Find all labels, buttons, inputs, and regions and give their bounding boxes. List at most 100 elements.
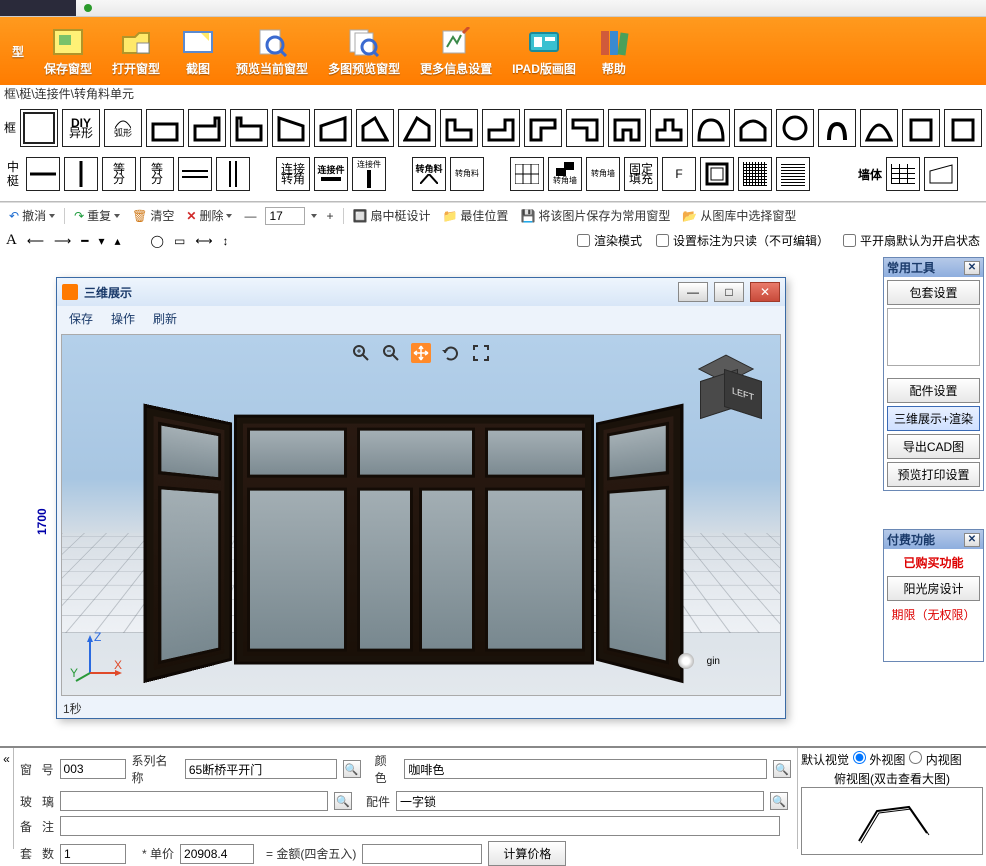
arrow-down-icon[interactable]: ▾	[98, 234, 104, 248]
best-position-button[interactable]: 📁最佳位置	[439, 206, 511, 225]
frame-diy[interactable]: DIY异形	[62, 109, 100, 147]
minus-button[interactable]: —	[241, 208, 259, 224]
connector-2[interactable]: 连接件	[352, 157, 386, 191]
series-search-icon[interactable]: 🔍	[343, 760, 361, 778]
plan-thumbnail[interactable]	[801, 787, 983, 855]
inner-view-radio[interactable]: 内视图	[909, 751, 961, 768]
clear-button[interactable]: 🗑清空	[129, 206, 177, 225]
canvas-area[interactable]: 1700 三维展示 — □ ✕ 保存 操作 刷新	[0, 253, 881, 783]
ribbon-screenshot[interactable]: 截图	[174, 24, 222, 79]
shape-11[interactable]	[566, 109, 604, 147]
corner-mat-2[interactable]: 转角料	[450, 157, 484, 191]
ribbon-more-settings[interactable]: 更多信息设置	[414, 24, 498, 79]
export-cad-button[interactable]: 导出CAD图	[887, 434, 980, 459]
shape-10[interactable]	[524, 109, 562, 147]
readonly-check[interactable]: 设置标注为只读（不可编辑）	[656, 232, 829, 249]
frame-rect[interactable]	[20, 109, 58, 147]
close-button[interactable]: ✕	[750, 282, 780, 302]
dim-h-tool[interactable]: ⟷	[195, 234, 212, 248]
panel-close-icon[interactable]: ✕	[964, 533, 980, 547]
title-tab-status[interactable]	[76, 0, 211, 16]
shape-arch1[interactable]	[692, 109, 730, 147]
fill-frame[interactable]	[700, 157, 734, 191]
shape-circle[interactable]	[776, 109, 814, 147]
shape-13[interactable]	[650, 109, 688, 147]
render-mode-check[interactable]: 渲染模式	[577, 232, 642, 249]
rect-tool[interactable]: ▭	[174, 234, 185, 248]
shape-5[interactable]	[314, 109, 352, 147]
total-input[interactable]	[362, 844, 482, 864]
qty-input[interactable]	[60, 844, 126, 864]
pan-icon[interactable]	[411, 343, 431, 363]
shape-arch2[interactable]	[734, 109, 772, 147]
shape-9[interactable]	[482, 109, 520, 147]
ribbon-help[interactable]: 帮助	[590, 24, 638, 79]
wall-persp[interactable]	[924, 157, 958, 191]
win-no-input[interactable]	[60, 759, 126, 779]
menu-save[interactable]: 保存	[69, 310, 93, 327]
shape-1[interactable]	[146, 109, 184, 147]
outer-view-radio[interactable]: 外视图	[853, 751, 905, 768]
connect-corner[interactable]: 连接转角	[276, 157, 310, 191]
shape-more1[interactable]	[902, 109, 940, 147]
arrow-up-icon[interactable]: ▴	[115, 234, 121, 248]
ribbon-preview-current[interactable]: 预览当前窗型	[230, 24, 314, 79]
wall-brick[interactable]	[886, 157, 920, 191]
line-tool[interactable]: ━	[81, 234, 88, 248]
count-input[interactable]	[265, 207, 305, 225]
choose-from-library-button[interactable]: 📂从图库中选择窗型	[679, 206, 799, 225]
save-as-common-button[interactable]: 💾将该图片保存为常用窗型	[517, 206, 673, 225]
corner-wall-2[interactable]: 转角墙	[586, 157, 620, 191]
shape-8[interactable]	[440, 109, 478, 147]
shape-more2[interactable]	[944, 109, 982, 147]
zoom-in-icon[interactable]	[351, 343, 371, 363]
connector-1[interactable]: 连接件	[314, 157, 348, 191]
shape-2[interactable]	[188, 109, 226, 147]
ribbon-save-window[interactable]: 保存窗型	[38, 24, 98, 79]
viewport-3d[interactable]: LEFT	[61, 334, 781, 696]
fullscreen-icon[interactable]	[471, 343, 491, 363]
ribbon-open-window[interactable]: 打开窗型	[106, 24, 166, 79]
shape-12[interactable]	[608, 109, 646, 147]
color-search-icon[interactable]: 🔍	[773, 760, 791, 778]
mullion-eq1[interactable]: 等分	[102, 157, 136, 191]
circle-tool[interactable]: ◯	[151, 234, 164, 248]
menu-refresh[interactable]: 刷新	[153, 310, 177, 327]
sunroom-design-button[interactable]: 阳光房设计	[887, 576, 980, 601]
dialog-titlebar[interactable]: 三维展示 — □ ✕	[57, 278, 785, 306]
mullion-eq2[interactable]: 等分	[140, 157, 174, 191]
ribbon-ipad[interactable]: IPAD版画图	[506, 24, 582, 79]
shape-arch3[interactable]	[818, 109, 856, 147]
glass-input[interactable]	[60, 791, 328, 811]
glass-search-icon[interactable]: 🔍	[334, 792, 352, 810]
shape-4[interactable]	[272, 109, 310, 147]
title-tab-dark[interactable]	[0, 0, 76, 16]
unit-input[interactable]	[180, 844, 254, 864]
minimize-button[interactable]: —	[678, 282, 708, 302]
mullion-dbl-v[interactable]	[216, 157, 250, 191]
fixed-fill[interactable]: 固定填充	[624, 157, 658, 191]
color-input[interactable]	[404, 759, 767, 779]
fill-mesh[interactable]	[738, 157, 772, 191]
shape-3[interactable]	[230, 109, 268, 147]
print-preview-button[interactable]: 预览打印设置	[887, 462, 980, 487]
ribbon-type-left[interactable]: 型	[6, 41, 30, 62]
count-dropdown[interactable]	[311, 214, 317, 218]
frame-arc[interactable]: 弧形	[104, 109, 142, 147]
shape-6[interactable]	[356, 109, 394, 147]
text-tool[interactable]: A	[6, 232, 17, 249]
grid-icon[interactable]	[510, 157, 544, 191]
plus-button[interactable]: +	[323, 208, 336, 224]
series-input[interactable]	[185, 759, 337, 779]
shape-7[interactable]	[398, 109, 436, 147]
parts-settings-button[interactable]: 配件设置	[887, 378, 980, 403]
fill-lines[interactable]	[776, 157, 810, 191]
note-input[interactable]	[60, 816, 780, 836]
ribbon-multi-preview[interactable]: 多图预览窗型	[322, 24, 406, 79]
redo-button[interactable]: ↷重复	[71, 206, 123, 225]
dim-v-tool[interactable]: ↕	[223, 234, 229, 248]
arrow-right-tool[interactable]: ⟶	[54, 234, 71, 248]
panel-close-icon[interactable]: ✕	[964, 261, 980, 275]
collapse-handle[interactable]: «	[0, 748, 14, 849]
calculate-button[interactable]: 计算价格	[488, 841, 566, 866]
